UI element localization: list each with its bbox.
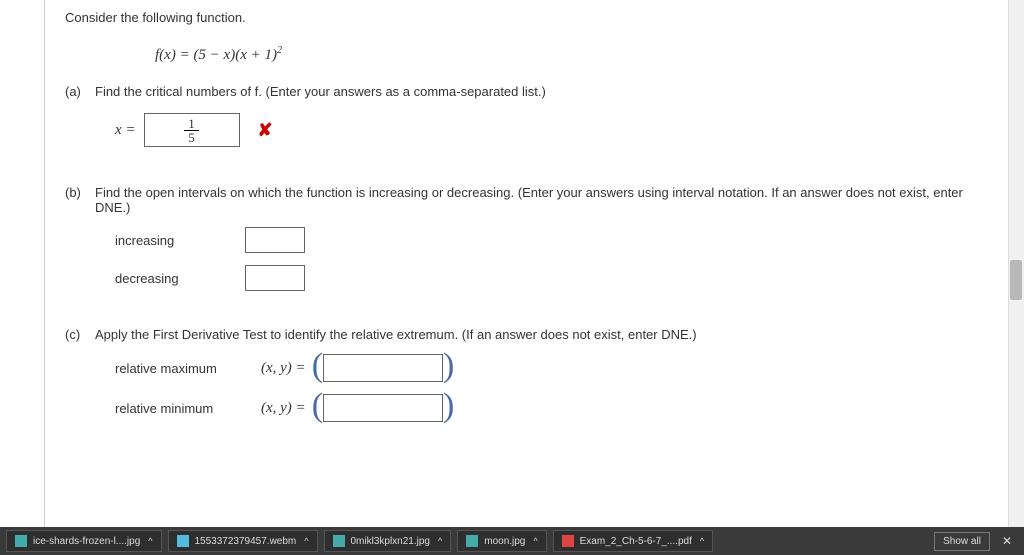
- rel-max-label: relative maximum: [115, 361, 245, 376]
- part-a-answer-row: x = 1 5 ✘: [115, 113, 994, 147]
- intro-text: Consider the following function.: [65, 10, 994, 25]
- paren-close-icon: ): [443, 392, 454, 420]
- chevron-up-icon[interactable]: ^: [438, 536, 442, 546]
- part-a-body: Find the critical numbers of f. (Enter y…: [95, 84, 994, 161]
- paren-open-icon: (: [312, 392, 323, 420]
- paren-open-icon: (: [312, 352, 323, 380]
- increasing-row: increasing: [115, 227, 994, 253]
- part-c: (c) Apply the First Derivative Test to i…: [65, 327, 994, 434]
- close-downloads-button[interactable]: ✕: [996, 534, 1018, 548]
- rel-max-input[interactable]: [323, 354, 443, 382]
- download-item[interactable]: 0mikl3kplxn21.jpg ^: [324, 530, 452, 552]
- part-b-body: Find the open intervals on which the fun…: [95, 185, 994, 303]
- xy-label-max: (x, y) =: [261, 360, 306, 377]
- scrollbar-thumb[interactable]: [1010, 260, 1022, 300]
- question-content: Consider the following function. f(x) = …: [45, 0, 1014, 454]
- download-filename: ice-shards-frozen-l....jpg: [33, 536, 140, 547]
- download-item[interactable]: 1553372379457.webm ^: [168, 530, 318, 552]
- increasing-label: increasing: [115, 233, 245, 248]
- download-item[interactable]: moon.jpg ^: [457, 530, 546, 552]
- decreasing-label: decreasing: [115, 271, 245, 286]
- x-equals-label: x =: [115, 122, 136, 139]
- part-c-body: Apply the First Derivative Test to ident…: [95, 327, 994, 434]
- part-b-prompt: Find the open intervals on which the fun…: [95, 185, 994, 215]
- part-b-label: (b): [65, 185, 95, 303]
- download-filename: 1553372379457.webm: [195, 536, 297, 547]
- chevron-up-icon[interactable]: ^: [304, 536, 308, 546]
- download-filename: moon.jpg: [484, 536, 525, 547]
- part-c-prompt: Apply the First Derivative Test to ident…: [95, 327, 994, 342]
- formula-text: f(x) = (5 − x)(x + 1)2: [155, 47, 282, 63]
- part-b: (b) Find the open intervals on which the…: [65, 185, 994, 303]
- downloads-bar: ice-shards-frozen-l....jpg^1553372379457…: [0, 527, 1024, 555]
- decreasing-row: decreasing: [115, 265, 994, 291]
- decreasing-input[interactable]: [245, 265, 305, 291]
- show-all-button[interactable]: Show all: [934, 532, 990, 551]
- download-item[interactable]: Exam_2_Ch-5-6-7_....pdf ^: [553, 530, 714, 552]
- incorrect-icon: ✘: [258, 120, 273, 141]
- rel-max-row: relative maximum (x, y) = ( ): [115, 354, 994, 382]
- rel-min-input[interactable]: [323, 394, 443, 422]
- part-c-label: (c): [65, 327, 95, 434]
- chevron-up-icon[interactable]: ^: [533, 536, 537, 546]
- download-item[interactable]: ice-shards-frozen-l....jpg ^: [6, 530, 162, 552]
- paren-close-icon: ): [443, 352, 454, 380]
- pdf-file-icon: [562, 535, 574, 547]
- vid-file-icon: [177, 535, 189, 547]
- img-file-icon: [333, 535, 345, 547]
- rel-min-label: relative minimum: [115, 401, 245, 416]
- xy-label-min: (x, y) =: [261, 400, 306, 417]
- download-filename: Exam_2_Ch-5-6-7_....pdf: [580, 536, 692, 547]
- question-panel: Consider the following function. f(x) = …: [44, 0, 1014, 530]
- formula: f(x) = (5 − x)(x + 1)2: [65, 35, 994, 74]
- chevron-up-icon[interactable]: ^: [700, 536, 704, 546]
- entered-fraction: 1 5: [184, 117, 199, 144]
- chevron-up-icon[interactable]: ^: [148, 536, 152, 546]
- part-a: (a) Find the critical numbers of f. (Ent…: [65, 84, 994, 161]
- fraction-denominator: 5: [184, 131, 199, 144]
- critical-numbers-input[interactable]: 1 5: [144, 113, 240, 147]
- vertical-scrollbar[interactable]: [1008, 0, 1024, 530]
- fraction-numerator: 1: [184, 117, 199, 131]
- download-filename: 0mikl3kplxn21.jpg: [351, 536, 431, 547]
- rel-min-row: relative minimum (x, y) = ( ): [115, 394, 994, 422]
- part-a-label: (a): [65, 84, 95, 161]
- increasing-input[interactable]: [245, 227, 305, 253]
- img-file-icon: [15, 535, 27, 547]
- part-a-prompt: Find the critical numbers of f. (Enter y…: [95, 84, 994, 99]
- img-file-icon: [466, 535, 478, 547]
